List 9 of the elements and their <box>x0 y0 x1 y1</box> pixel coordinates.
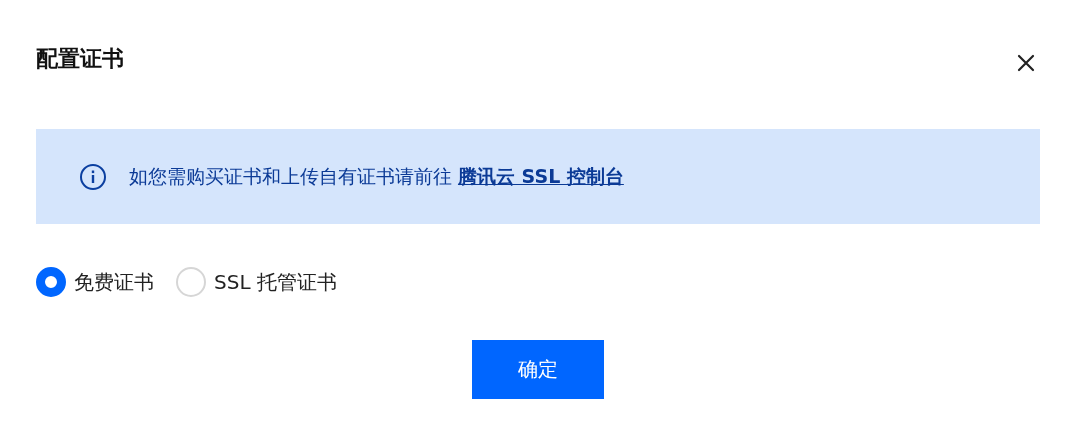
radio-button[interactable] <box>36 267 66 297</box>
radio-option[interactable]: 免费证书 <box>36 267 154 297</box>
radio-option[interactable]: SSL 托管证书 <box>176 267 337 297</box>
info-text: 如您需购买证书和上传自有证书请前往 <box>129 163 452 189</box>
console-link[interactable]: 腾讯云 SSL 控制台 <box>458 163 624 190</box>
dialog-title: 配置证书 <box>36 45 124 73</box>
info-icon <box>79 162 107 191</box>
confirm-button[interactable]: 确定 <box>472 340 604 399</box>
close-button[interactable] <box>1016 53 1036 73</box>
